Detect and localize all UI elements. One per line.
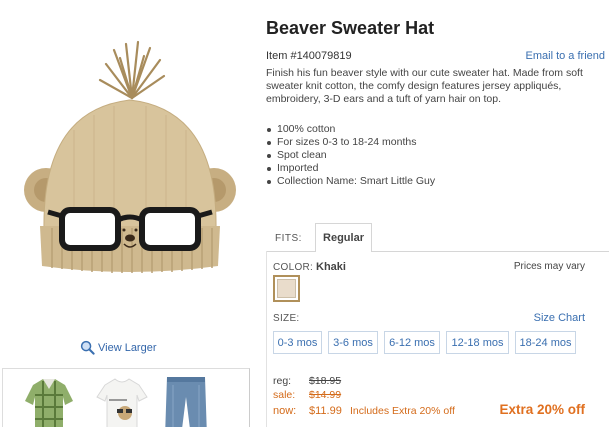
bullet-icon	[267, 166, 271, 171]
thumbnail-jeans[interactable]	[163, 375, 209, 427]
reg-price: $18.95	[309, 375, 342, 387]
product-title: Beaver Sweater Hat	[266, 18, 435, 38]
now-price: $11.99	[309, 405, 342, 417]
feature-item: Collection Name: Smart Little Guy	[266, 175, 435, 188]
product-image-area: View Larger	[0, 0, 258, 427]
fits-label: FITS:	[275, 233, 302, 244]
item-number: Item #140079819	[266, 50, 352, 62]
bullet-icon	[267, 179, 271, 184]
swatch-fill	[277, 279, 296, 298]
prices-vary-note: Prices may vary	[513, 261, 585, 272]
product-description: Finish his fun beaver style with our cut…	[266, 67, 583, 105]
feature-item: Spot clean	[266, 149, 435, 162]
bullet-icon	[267, 153, 271, 158]
promo-badge: Extra 20% off	[499, 402, 585, 417]
now-price-label: now:	[273, 405, 297, 417]
feature-item: Imported	[266, 162, 435, 175]
feature-item: For sizes 0-3 to 18-24 months	[266, 136, 435, 149]
size-option-0-3[interactable]: 0-3 mos	[273, 331, 322, 354]
size-chart-link[interactable]: Size Chart	[534, 312, 585, 324]
bullet-icon	[267, 140, 271, 145]
reg-price-label: reg:	[273, 375, 292, 387]
color-label: COLOR:	[273, 262, 314, 273]
view-larger-link[interactable]: View Larger	[80, 340, 157, 355]
bullet-icon	[267, 127, 271, 132]
color-value: Khaki	[316, 261, 346, 273]
size-option-3-6[interactable]: 3-6 mos	[328, 331, 378, 354]
feature-item: 100% cotton	[266, 123, 435, 136]
thumbnail-white-tee[interactable]	[95, 375, 149, 427]
now-price-note: Includes Extra 20% off	[350, 405, 455, 417]
size-option-12-18[interactable]: 12-18 mos	[446, 331, 509, 354]
view-larger-label: View Larger	[98, 341, 157, 354]
size-option-18-24[interactable]: 18-24 mos	[515, 331, 576, 354]
magnifier-icon	[80, 340, 95, 355]
product-image[interactable]	[14, 30, 246, 300]
size-option-6-12[interactable]: 6-12 mos	[384, 331, 440, 354]
related-products-strip	[2, 368, 250, 427]
thumbnail-plaid-shirt[interactable]	[23, 375, 75, 427]
sale-price-label: sale:	[273, 389, 296, 401]
email-to-friend-link[interactable]: Email to a friend	[526, 50, 605, 62]
color-swatch-khaki[interactable]	[273, 275, 300, 302]
feature-list: 100% cotton For sizes 0-3 to 18-24 month…	[266, 123, 435, 188]
size-options: 0-3 mos 3-6 mos 6-12 mos 12-18 mos 18-24…	[273, 331, 576, 354]
size-label: SIZE:	[273, 313, 300, 324]
tab-regular[interactable]: Regular	[315, 223, 372, 252]
sale-price: $14.99	[309, 389, 342, 401]
